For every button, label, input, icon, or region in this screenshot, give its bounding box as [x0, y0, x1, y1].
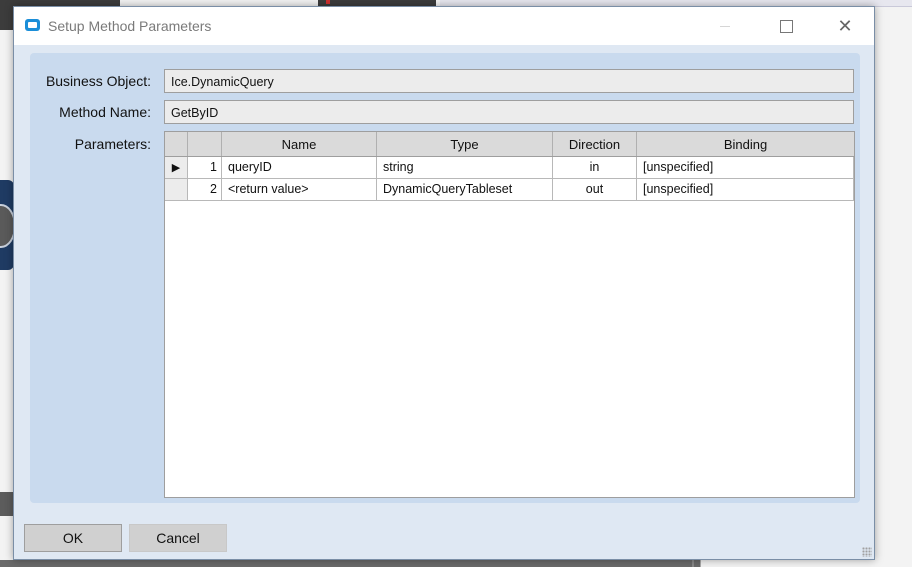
- method-name-field[interactable]: GetByID: [164, 100, 854, 124]
- cell-binding[interactable]: [unspecified]: [637, 157, 854, 178]
- ok-button[interactable]: OK: [24, 524, 122, 552]
- title-bar[interactable]: Setup Method Parameters ✕: [14, 7, 874, 45]
- table-row[interactable]: ▶ 1 queryID string in [unspecified]: [165, 157, 854, 179]
- minimize-icon: [720, 25, 730, 27]
- cell-direction[interactable]: in: [553, 157, 637, 178]
- business-object-label: Business Object:: [45, 73, 151, 89]
- minimize-button[interactable]: [702, 7, 748, 45]
- column-header-name[interactable]: Name: [222, 132, 377, 156]
- parameters-label: Parameters:: [74, 136, 151, 152]
- row-number-header: [188, 132, 222, 156]
- column-header-type[interactable]: Type: [377, 132, 553, 156]
- setup-method-parameters-dialog: Setup Method Parameters ✕ Business Objec…: [13, 6, 875, 560]
- cell-name[interactable]: queryID: [222, 157, 377, 178]
- parameters-panel: Business Object: Ice.DynamicQuery Method…: [30, 53, 860, 503]
- row-indicator-icon[interactable]: ▶: [165, 157, 188, 178]
- parameters-grid[interactable]: Name Type Direction Binding ▶ 1 queryID …: [164, 131, 855, 498]
- row-number: 1: [188, 157, 222, 178]
- row-selector-header: [165, 132, 188, 156]
- cell-binding[interactable]: [unspecified]: [637, 179, 854, 200]
- column-header-direction[interactable]: Direction: [553, 132, 637, 156]
- background-workflow-node: [0, 180, 16, 270]
- background-marker-icon: [326, 0, 330, 4]
- method-name-label: Method Name:: [59, 104, 151, 120]
- row-number: 2: [188, 179, 222, 200]
- table-row[interactable]: 2 <return value> DynamicQueryTableset ou…: [165, 179, 854, 201]
- cell-type[interactable]: DynamicQueryTableset: [377, 179, 553, 200]
- cell-name[interactable]: <return value>: [222, 179, 377, 200]
- cell-direction[interactable]: out: [553, 179, 637, 200]
- resize-grip-icon[interactable]: [862, 547, 872, 557]
- background-divider: [692, 560, 694, 567]
- close-icon: ✕: [837, 15, 853, 36]
- window-title: Setup Method Parameters: [48, 18, 212, 34]
- background-bottom-bar: [0, 560, 700, 567]
- maximize-icon: [779, 19, 793, 33]
- business-object-field[interactable]: Ice.DynamicQuery: [164, 69, 854, 93]
- grid-header: Name Type Direction Binding: [165, 132, 854, 157]
- background-divider: [700, 560, 701, 567]
- background-bar-fragment: [0, 492, 14, 516]
- cell-type[interactable]: string: [377, 157, 553, 178]
- close-button[interactable]: ✕: [822, 7, 868, 45]
- row-indicator-icon[interactable]: [165, 179, 188, 200]
- cancel-button[interactable]: Cancel: [129, 524, 227, 552]
- app-icon: [25, 19, 40, 31]
- column-header-binding[interactable]: Binding: [637, 132, 854, 156]
- maximize-button[interactable]: [763, 7, 809, 45]
